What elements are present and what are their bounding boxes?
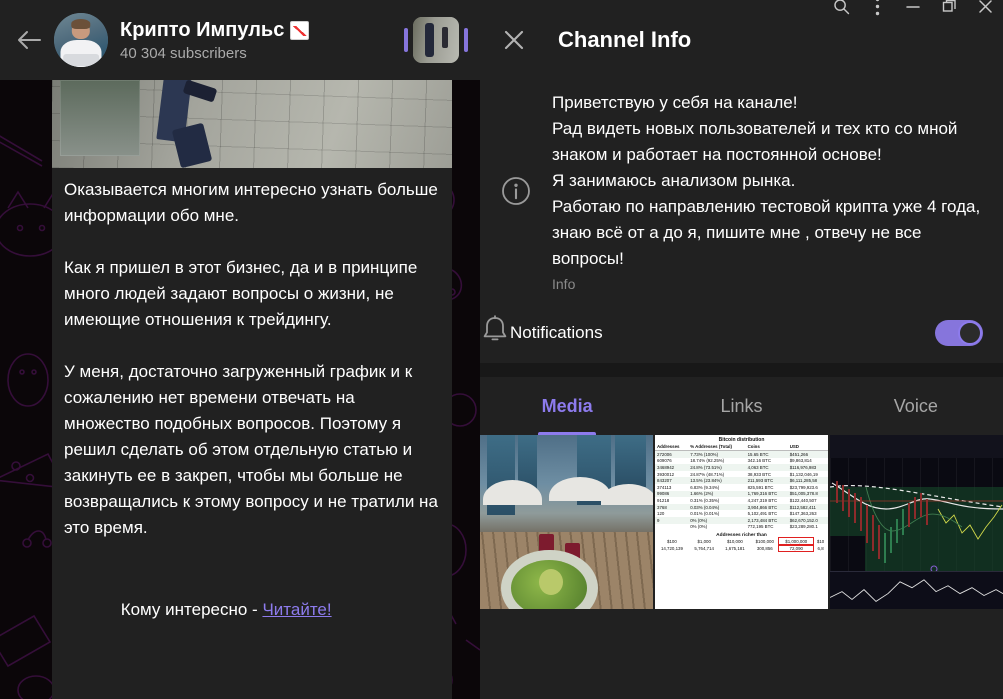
search-icon: [833, 0, 849, 15]
thumb-col-addresses: Addresses: [655, 443, 689, 451]
maximize-icon: [942, 0, 956, 12]
chart-indicator-line: [830, 579, 1003, 602]
story-figure: [424, 23, 435, 57]
notifications-toggle[interactable]: [935, 319, 983, 346]
avatar-laptop: [63, 54, 99, 66]
table-row: 3930012 24.87% (48.71%) 38,933 BTC $1,132,0…: [657, 471, 818, 477]
story-background: [413, 17, 459, 63]
minimize-button[interactable]: [895, 0, 931, 22]
bell-icon-wrap: [480, 314, 510, 351]
media-tabs: Media Links Voice: [480, 377, 1003, 435]
thumb-table-main: Addresses % Addresses (Total) Coins USD …: [655, 443, 828, 530]
table-row: 99086 1.66% (2%) 1,769,316 BTC $51,005,378.…: [655, 490, 828, 498]
media-thumb-trading-chart[interactable]: [830, 435, 1003, 609]
table-row: 14,720,139 5,764,714 1,675,181 300,856 7…: [660, 543, 824, 553]
channel-avatar[interactable]: [54, 13, 108, 67]
table-row: 374113 6.83% (9.34%) 825,591 BTC $23,799,92…: [657, 484, 818, 490]
channel-title: Крипто Импульс: [120, 18, 285, 41]
message-cta-prefix: Кому интересно -: [120, 600, 263, 619]
story-bar-left[interactable]: [404, 28, 408, 52]
story-bar-right[interactable]: [464, 28, 468, 52]
chat-message-area: Оказывается многим интересно узнать боль…: [0, 80, 480, 699]
avatar-hair: [71, 19, 91, 29]
thumb-col-usd: USD: [787, 443, 828, 451]
close-panel-icon: [504, 30, 524, 50]
message-username-line: @dmitry_premium: [52, 649, 452, 699]
close-icon: [978, 0, 992, 13]
back-arrow-icon: [18, 31, 41, 49]
thumb-table-body: 272006 7.73% (100%) 15.65 BTC $451,266 6090…: [655, 450, 828, 531]
section-divider: [480, 363, 1003, 377]
media-thumb-restaurant[interactable]: [480, 435, 653, 609]
thumb-rich-table: $100 $1,000 $10,000 $100,000 $1,000,000 …: [655, 537, 828, 553]
thumb-col-pct: % Addresses (Total): [688, 443, 746, 451]
media-grid: Bitcoin distribution Addresses % Address…: [480, 435, 1003, 609]
story-figure-secondary: [442, 27, 449, 49]
message-cta-line: Кому интересно - Читайте!: [52, 571, 452, 649]
more-menu-button[interactable]: [859, 0, 895, 22]
thumb-tower-4: [614, 435, 647, 488]
table-row: 272006 7.73% (100%) 15.65 BTC $451,266: [655, 450, 828, 458]
info-panel-title: Channel Info: [558, 27, 692, 52]
chart-increasing-emoji: [290, 20, 310, 40]
message-photo[interactable]: [52, 80, 452, 168]
chart-indicator-pane: [830, 570, 1003, 609]
chat-header: Крипто Импульс 40 304 subscribers: [0, 0, 480, 80]
tab-voice[interactable]: Voice: [829, 377, 1003, 435]
photo-wall: [60, 80, 140, 156]
table-row: 9 0% (0%) 2,173,484 BTC $62,670,152.0: [655, 516, 828, 524]
tab-voice-label: Voice: [893, 395, 938, 416]
minimize-icon: [906, 5, 920, 8]
channel-info-panel: Channel Info Приветствую у себя на канал…: [480, 0, 1003, 699]
table-row: 91218 0.31% (0.35%) 4,247,319 BTC $122,440,…: [657, 497, 817, 503]
message-body-text: Оказывается многим интересно узнать боль…: [64, 180, 438, 537]
search-button[interactable]: [823, 0, 859, 22]
tab-media[interactable]: Media: [480, 377, 654, 435]
table-row: 609076 18.74% (92.25%) 342.16 BTC $9,863,81…: [657, 458, 812, 464]
maximize-button[interactable]: [931, 0, 967, 22]
back-button[interactable]: [8, 19, 50, 61]
channel-title-row: Крипто Импульс: [120, 19, 404, 42]
info-icon-wrap: [480, 176, 552, 206]
thumb-col-coins: Coins: [745, 443, 788, 451]
channel-description: Приветствую у себя на канале! Рад видеть…: [552, 93, 981, 268]
message-bubble[interactable]: Оказывается многим интересно узнать боль…: [52, 80, 452, 699]
table-row: 3468942 24.8% (73.51%) 4,063 BTC $116,976,9…: [655, 464, 828, 471]
chat-header-text[interactable]: Крипто Импульс 40 304 subscribers: [120, 19, 404, 62]
tab-links-label: Links: [720, 395, 763, 416]
thumb-table-header-row: Addresses % Addresses (Total) Coins USD: [655, 443, 828, 451]
story-thumbnail[interactable]: [413, 17, 459, 63]
table-row: 0% (0%) 772,195 BTC $23,289,280.1: [690, 524, 818, 530]
chat-column: Крипто Импульс 40 304 subscribers Оказыв…: [0, 0, 480, 699]
window-controls: [823, 0, 1003, 22]
info-bio-row[interactable]: Приветствую у себя на канале! Рад видеть…: [480, 80, 1003, 302]
info-bio-main: Приветствую у себя на канале! Рад видеть…: [552, 90, 987, 292]
notifications-row[interactable]: Notifications: [480, 302, 1003, 363]
message-read-link[interactable]: Читайте!: [262, 600, 331, 619]
info-panel-content: Приветствую у себя на канале! Рад видеть…: [480, 80, 1003, 699]
close-info-panel-button[interactable]: [492, 18, 536, 62]
message-container: Оказывается многим интересно узнать боль…: [52, 80, 452, 699]
toggle-knob: [958, 320, 982, 345]
telegram-window: Крипто Импульс 40 304 subscribers Оказыв…: [0, 0, 1003, 699]
media-thumb-bitcoin-table[interactable]: Bitcoin distribution Addresses % Address…: [655, 435, 828, 609]
table-row: $100 $1,000 $10,000 $100,000 $1,000,000 …: [667, 537, 825, 546]
channel-description-label: Info: [552, 276, 576, 292]
menu-icon: [875, 0, 879, 16]
close-window-button[interactable]: [967, 0, 1003, 22]
table-row: 120 0.01% (0.01%) 5,102,491 BTC $147,363,26…: [657, 511, 817, 517]
thumb-avocado: [538, 569, 564, 596]
bell-icon: [483, 315, 507, 341]
subscriber-count: 40 304 subscribers: [120, 44, 247, 62]
info-icon: [502, 177, 530, 205]
tab-media-label: Media: [541, 395, 593, 416]
table-row: 3768 0.03% (0.04%) 3,904,866 BTC $112,582,4…: [655, 503, 828, 511]
notifications-label: Notifications: [510, 322, 603, 342]
table-row: 843207 13.5% (23.84%) 211,593 BTC $6,111,28…: [655, 477, 828, 484]
stories-strip[interactable]: [404, 17, 468, 63]
tab-links[interactable]: Links: [654, 377, 828, 435]
